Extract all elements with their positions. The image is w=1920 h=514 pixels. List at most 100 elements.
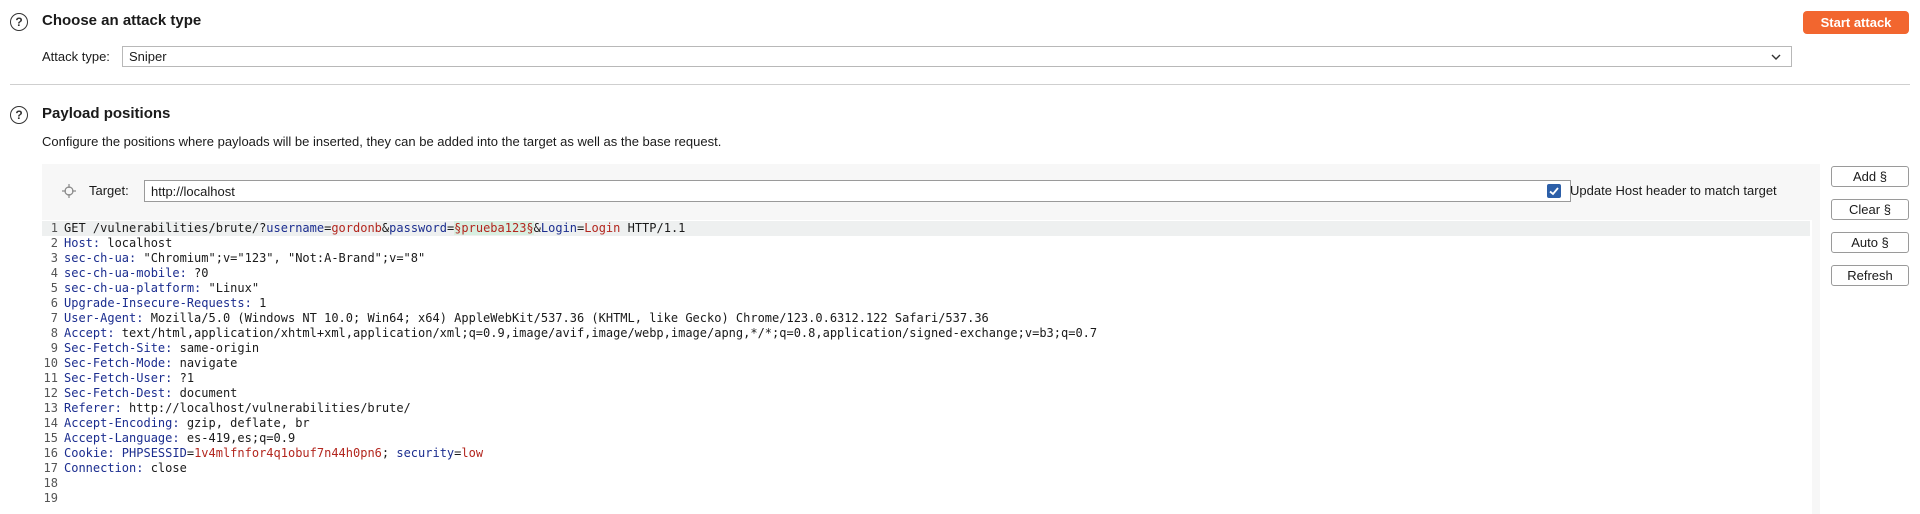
cookie-name: security xyxy=(396,446,455,460)
ampersand: & xyxy=(533,221,541,235)
header-name: sec-ch-ua-mobile: xyxy=(64,266,187,280)
param-value: gordonb xyxy=(331,221,382,235)
help-icon[interactable]: ? xyxy=(10,106,28,124)
cookie-name: PHPSESSID xyxy=(114,446,187,460)
add-marker-button[interactable]: Add § xyxy=(1831,166,1909,187)
target-label: Target: xyxy=(89,183,129,198)
empty-line: 19 xyxy=(42,491,64,506)
empty-line: 18 xyxy=(42,476,64,491)
http-version: HTTP/1.1 xyxy=(620,221,686,235)
header-name: Cookie: xyxy=(64,446,115,460)
header-value: localhost xyxy=(100,236,173,250)
header-value: navigate xyxy=(172,356,238,370)
header-value: ?1 xyxy=(172,371,195,385)
line-number: 16 xyxy=(43,446,58,460)
request-panel: Target: http://localhost Update Host hea… xyxy=(42,164,1820,514)
header-line: 10 Sec-Fetch-Mode: navigate xyxy=(42,356,238,371)
header-line: 4 sec-ch-ua-mobile: ?0 xyxy=(42,266,209,281)
param-name: username xyxy=(266,221,325,235)
line-number: 10 xyxy=(43,356,58,370)
header-value: ?0 xyxy=(186,266,209,280)
cookie-separator: ; xyxy=(381,446,397,460)
param-name: Login xyxy=(540,221,578,235)
header-name: Sec-Fetch-Mode: xyxy=(64,356,173,370)
attack-type-label: Attack type: xyxy=(42,49,110,64)
header-value: text/html,application/xhtml+xml,applicat… xyxy=(114,326,1098,340)
param-value: Login xyxy=(584,221,621,235)
header-value: "Linux" xyxy=(201,281,260,295)
line-number: 15 xyxy=(43,431,58,445)
header-line: 2 Host: localhost xyxy=(42,236,173,251)
attack-type-select[interactable]: Sniper xyxy=(122,46,1792,67)
header-line: 5 sec-ch-ua-platform: "Linux" xyxy=(42,281,259,296)
header-line: 7 User-Agent: Mozilla/5.0 (Windows NT 10.… xyxy=(42,311,989,326)
header-value: close xyxy=(143,461,187,475)
header-name: User-Agent: xyxy=(64,311,144,325)
cookie-line: 16 Cookie: PHPSESSID=1v4mlfnfor4q1obuf7n4… xyxy=(42,446,484,461)
attack-type-value: Sniper xyxy=(129,49,167,64)
header-name: Referer: xyxy=(64,401,122,415)
header-name: Sec-Fetch-User: xyxy=(64,371,173,385)
header-line: 3 sec-ch-ua: "Chromium";v="123", "Not:A-B… xyxy=(42,251,425,266)
method-path: GET /vulnerabilities/brute/? xyxy=(64,221,267,235)
help-icon[interactable]: ? xyxy=(10,13,28,31)
header-name: sec-ch-ua-platform: xyxy=(64,281,202,295)
header-name: Sec-Fetch-Dest: xyxy=(64,386,173,400)
equals-sign: = xyxy=(186,446,195,460)
header-line: 13 Referer: http://localhost/vulnerabilit… xyxy=(42,401,411,416)
param-name: password xyxy=(389,221,447,235)
payload-positions-title: Payload positions xyxy=(42,105,171,122)
line-number: 6 xyxy=(50,296,58,310)
line-number: 4 xyxy=(50,266,58,280)
cookie-value: 1v4mlfnfor4q1obuf7n44h0pn6 xyxy=(194,446,382,460)
request-line: 1 GET /vulnerabilities/brute/?username=go… xyxy=(42,221,1810,236)
header-line: 12 Sec-Fetch-Dest: document xyxy=(42,386,238,401)
update-host-checkbox[interactable] xyxy=(1547,184,1561,198)
header-value: 1 xyxy=(251,296,267,310)
payload-positions-description: Configure the positions where payloads w… xyxy=(42,134,722,149)
target-input[interactable]: http://localhost xyxy=(144,180,1571,202)
line-number: 1 xyxy=(50,221,58,235)
header-name: Upgrade-Insecure-Requests: xyxy=(64,296,252,310)
header-line: 6 Upgrade-Insecure-Requests: 1 xyxy=(42,296,267,311)
header-line: 14 Accept-Encoding: gzip, deflate, br xyxy=(42,416,310,431)
refresh-button[interactable]: Refresh xyxy=(1831,265,1909,286)
crosshair-icon xyxy=(62,184,76,198)
checkmark-icon xyxy=(1549,187,1559,196)
line-number: 17 xyxy=(43,461,58,475)
line-number: 2 xyxy=(50,236,58,250)
header-value: http://localhost/vulnerabilities/brute/ xyxy=(121,401,411,415)
line-number: 18 xyxy=(43,476,58,490)
header-line: 17 Connection: close xyxy=(42,461,187,476)
line-number: 11 xyxy=(43,371,58,385)
line-number: 3 xyxy=(50,251,58,265)
header-name: Sec-Fetch-Site: xyxy=(64,341,173,355)
header-value: gzip, deflate, br xyxy=(179,416,310,430)
line-number: 19 xyxy=(43,491,58,505)
section-divider xyxy=(10,84,1910,85)
clear-markers-button[interactable]: Clear § xyxy=(1831,199,1909,220)
request-editor[interactable]: 1 GET /vulnerabilities/brute/?username = go… xyxy=(42,220,1812,514)
header-name: Accept-Encoding: xyxy=(64,416,180,430)
header-name: Accept-Language: xyxy=(64,431,180,445)
line-number: 5 xyxy=(50,281,58,295)
header-line: 15 Accept-Language: es-419,es;q=0.9 xyxy=(42,431,296,446)
header-name: Connection: xyxy=(64,461,144,475)
header-line: 8 Accept: text/html,application/xhtml+xml… xyxy=(42,326,1097,341)
header-value: same-origin xyxy=(172,341,260,355)
line-number: 12 xyxy=(43,386,58,400)
header-name: sec-ch-ua: xyxy=(64,251,137,265)
header-name: Accept: xyxy=(64,326,115,340)
header-name: Host: xyxy=(64,236,101,250)
line-number: 7 xyxy=(50,311,58,325)
header-line: 11 Sec-Fetch-User: ?1 xyxy=(42,371,195,386)
header-value: Mozilla/5.0 (Windows NT 10.0; Win64; x64… xyxy=(143,311,989,325)
payload-marker: §prueba123§ xyxy=(454,221,534,235)
line-number: 13 xyxy=(43,401,58,415)
header-value: document xyxy=(172,386,238,400)
attack-type-title: Choose an attack type xyxy=(42,12,202,29)
auto-markers-button[interactable]: Auto § xyxy=(1831,232,1909,253)
start-attack-button[interactable]: Start attack xyxy=(1803,11,1909,34)
line-number: 8 xyxy=(50,326,58,340)
chevron-down-icon xyxy=(1771,54,1781,60)
